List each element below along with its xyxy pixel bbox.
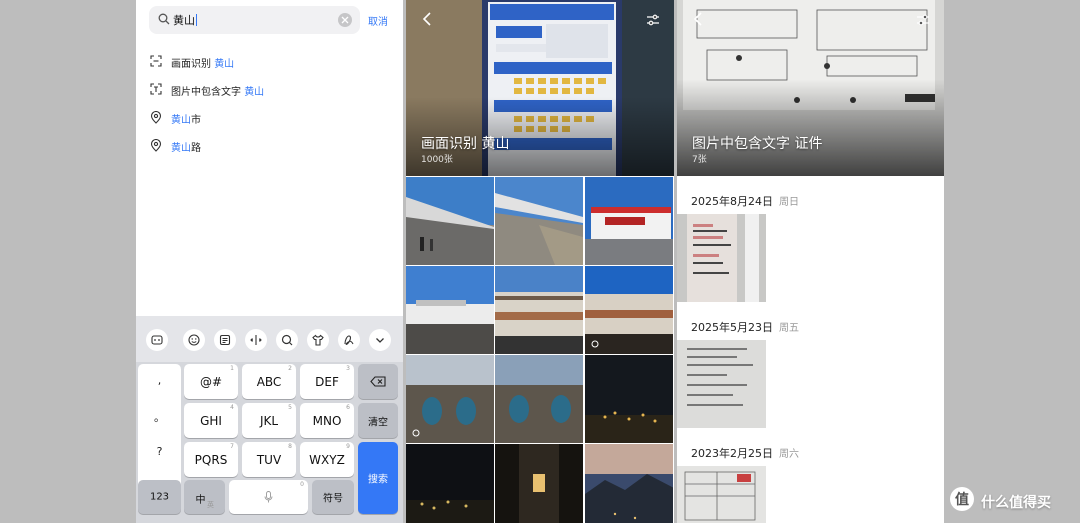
emoji-icon[interactable] [183, 329, 205, 351]
album-count: 1000张 [421, 155, 453, 165]
key-2[interactable]: ABC 2 [242, 364, 296, 399]
punct-key[interactable]: , [138, 374, 181, 387]
photo-thumbnail[interactable] [677, 340, 766, 428]
handwriting-icon[interactable] [338, 329, 360, 351]
key-4[interactable]: GHI 4 [184, 403, 238, 438]
key-7[interactable]: PQRS 7 [184, 442, 238, 477]
text-cursor [196, 14, 197, 26]
suggestion-highlight: 黄山 [171, 143, 191, 154]
filter-icon[interactable] [916, 13, 930, 27]
space-key[interactable]: 0 [229, 480, 308, 514]
search-icon[interactable] [276, 329, 298, 351]
skin-icon[interactable] [307, 329, 329, 351]
suggestion-highlight: 黄山 [171, 115, 191, 126]
date-label: 2023年2月25日 [691, 447, 773, 460]
scene-album-panel: 画面识别 黄山 1000张 [406, 0, 674, 523]
key-8[interactable]: TUV 8 [242, 442, 296, 477]
scan-icon [150, 55, 162, 67]
key-1[interactable]: @# 1 [184, 364, 238, 399]
search-input[interactable]: 黄山 [149, 6, 360, 34]
back-icon[interactable] [693, 12, 703, 26]
keyboard-toolbar [136, 316, 403, 362]
microphone-icon [264, 491, 273, 503]
key-9[interactable]: WXYZ 9 [300, 442, 354, 477]
ai-icon[interactable] [146, 329, 168, 351]
symbol-key[interactable]: 符号 [312, 480, 354, 514]
text-scan-icon [150, 83, 162, 95]
suggestion-suffix: 市 [191, 115, 201, 126]
location-pin-icon [150, 139, 162, 152]
backspace-key[interactable] [358, 364, 398, 399]
weekday-label: 周日 [779, 197, 799, 208]
weekday-label: 周六 [779, 449, 799, 460]
suggestion-item[interactable]: 画面识别 黄山 [150, 54, 390, 70]
clear-icon[interactable] [338, 13, 352, 27]
photo-thumbnail[interactable] [495, 355, 583, 443]
watermark-text: 什么值得买 [981, 495, 1051, 511]
key-6[interactable]: MNO 6 [300, 403, 354, 438]
clear-key[interactable]: 清空 [358, 403, 398, 438]
date-header: 2025年8月24日 周日 [691, 193, 799, 209]
cursor-move-icon[interactable] [245, 329, 267, 351]
photo-thumbnail[interactable] [406, 266, 494, 354]
svg-text:值: 值 [955, 491, 969, 508]
suggestion-item[interactable]: 黄山路 [150, 138, 390, 154]
date-header: 2023年2月25日 周六 [691, 445, 799, 461]
photo-thumbnail[interactable] [406, 444, 494, 523]
photo-thumbnail[interactable] [495, 177, 583, 265]
weekday-label: 周五 [779, 323, 799, 334]
album-banner: 画面识别 黄山 1000张 [406, 0, 674, 176]
photo-thumbnail[interactable] [677, 466, 766, 523]
filter-icon[interactable] [646, 13, 660, 27]
photo-thumbnail[interactable] [406, 355, 494, 443]
location-pin-icon [150, 111, 162, 124]
num-key[interactable]: 123 [138, 480, 181, 514]
date-header: 2025年5月23日 周五 [691, 319, 799, 335]
clipboard-icon[interactable] [214, 329, 236, 351]
photo-thumbnail[interactable] [585, 177, 673, 265]
lang-switch-key[interactable]: 中英 [184, 480, 225, 514]
search-query: 黄山 [173, 14, 195, 27]
punct-key[interactable]: 。 [138, 409, 181, 425]
photo-thumbnail[interactable] [495, 266, 583, 354]
photo-thumbnail[interactable] [585, 266, 673, 354]
photo-thumbnail[interactable] [585, 355, 673, 443]
key-5[interactable]: JKL 5 [242, 403, 296, 438]
photo-thumbnail[interactable] [495, 444, 583, 523]
key-3[interactable]: DEF 3 [300, 364, 354, 399]
watermark: 值 什么值得买 [950, 487, 1075, 513]
search-icon [158, 13, 170, 25]
photo-grid [406, 177, 674, 523]
text-album-panel: 图片中包含文字 证件 7张 2025年8月24日 周日 2025年5月23日 周五 … [677, 0, 944, 523]
photo-thumbnail[interactable] [677, 214, 766, 302]
suggestion-prefix: 图片中包含文字 [171, 87, 245, 98]
album-count: 7张 [692, 155, 707, 165]
watermark-logo-icon: 值 [950, 487, 974, 511]
keyboard: , 。 ? ! @#1 ABC2 DEF3 GHI4 JKL5 MNO6 清空 … [136, 316, 403, 523]
suggestion-prefix: 画面识别 [171, 59, 215, 70]
suggestion-highlight: 黄山 [214, 59, 235, 70]
suggestion-item[interactable]: 图片中包含文字 黄山 [150, 82, 390, 98]
suggestion-item[interactable]: 黄山市 [150, 110, 390, 126]
suggestion-suffix: 路 [191, 143, 201, 154]
album-banner: 图片中包含文字 证件 7张 [677, 0, 944, 176]
photo-thumbnail[interactable] [585, 444, 673, 523]
punct-key[interactable]: ? [138, 445, 181, 458]
date-label: 2025年5月23日 [691, 321, 773, 334]
search-panel: 黄山 取消 画面识别 黄山 图片中包含文字 黄山 黄山市 黄山路 , 。 ? @… [136, 0, 403, 523]
backspace-icon [370, 376, 386, 387]
date-label: 2025年8月24日 [691, 195, 773, 208]
collapse-icon[interactable] [369, 329, 391, 351]
album-title: 图片中包含文字 证件 [692, 136, 823, 152]
suggestion-highlight: 黄山 [244, 87, 265, 98]
photo-thumbnail[interactable] [406, 177, 494, 265]
album-title: 画面识别 黄山 [421, 136, 510, 152]
back-icon[interactable] [422, 12, 432, 26]
cancel-button[interactable]: 取消 [368, 13, 388, 28]
search-key[interactable]: 搜索 [358, 442, 398, 514]
